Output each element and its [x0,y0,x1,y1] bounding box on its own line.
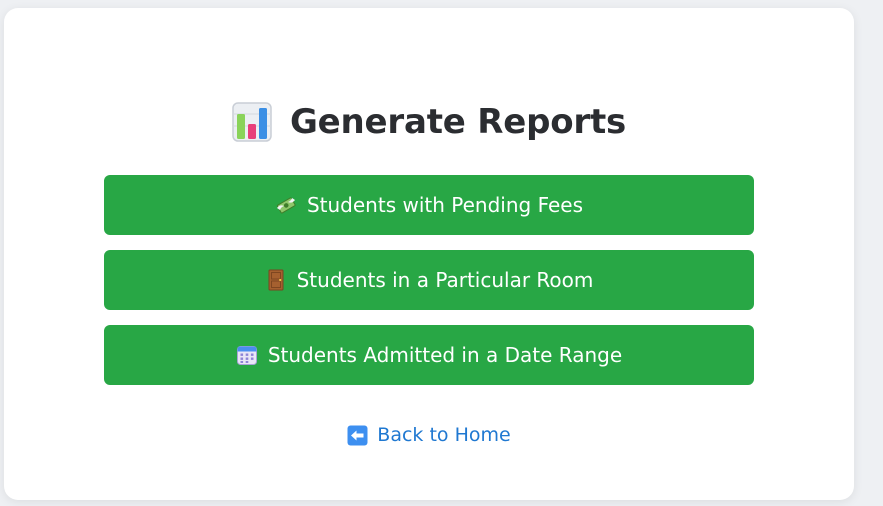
room-report-label: Students in a Particular Room [296,268,594,292]
back-to-home-link[interactable]: Back to Home [4,424,854,446]
money-with-wings-icon [276,197,296,214]
date-range-report-label: Students Admitted in a Date Range [267,343,623,367]
room-report-button[interactable]: Students in a Particular Room [104,250,754,310]
reports-card: Generate Reports Students with Pending F… [4,8,854,500]
door-icon [268,269,284,291]
back-to-home-label: Back to Home [377,424,511,446]
page-header: Generate Reports [4,94,854,150]
bar-chart-icon [232,102,272,142]
pending-fees-report-button[interactable]: Students with Pending Fees [104,175,754,235]
date-range-report-button[interactable]: Students Admitted in a Date Range [104,325,754,385]
page-title: Generate Reports [289,102,627,142]
calendar-icon [236,346,257,365]
pending-fees-report-label: Students with Pending Fees [306,193,584,217]
left-arrow-icon [347,425,368,445]
